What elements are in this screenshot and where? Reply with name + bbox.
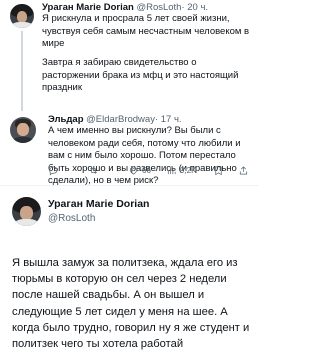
reply-icon: [49, 166, 58, 176]
reply-time[interactable]: · 17 ч.: [155, 114, 182, 125]
divider: [0, 185, 259, 186]
tweet-text: Завтра я забираю свидетельство о расторж…: [42, 57, 239, 94]
avatar[interactable]: [12, 197, 41, 226]
reply-button[interactable]: [48, 165, 62, 176]
heart-icon: [129, 167, 138, 175]
author-handle[interactable]: @RosLoth: [136, 2, 181, 13]
like-count: 66: [142, 166, 151, 175]
thread-line: [21, 31, 23, 111]
views-button[interactable]: 9,2K: [166, 165, 196, 176]
views-icon: [167, 167, 176, 175]
author-name[interactable]: Ураган Marie Dorian: [42, 2, 134, 13]
reply-author-handle[interactable]: @EldarBrodway: [86, 114, 155, 125]
reply-author-name[interactable]: Эльдар: [48, 114, 84, 125]
bookmark-icon: [215, 166, 222, 176]
bookmark-button[interactable]: [213, 165, 224, 176]
main-tweet-text: Я вышла замуж за политзека, ждала его из…: [12, 257, 250, 351]
main-author-name[interactable]: Ураган Marie Dorian: [48, 198, 149, 210]
share-button[interactable]: [238, 165, 249, 176]
tweet-text: Я рискнула и просрала 5 лет своей жизни,…: [42, 13, 250, 50]
views-count: 9,2K: [180, 166, 197, 175]
tweet-time[interactable]: · 20 ч.: [181, 2, 208, 13]
avatar[interactable]: [10, 4, 34, 28]
retweet-icon: [90, 167, 97, 174]
main-author-handle[interactable]: @RosLoth: [48, 213, 95, 224]
share-icon: [239, 166, 248, 175]
like-button[interactable]: 66: [128, 165, 151, 176]
reply-action-bar: 66 9,2K: [48, 165, 258, 179]
avatar[interactable]: [10, 117, 36, 143]
retweet-button[interactable]: [88, 165, 102, 176]
